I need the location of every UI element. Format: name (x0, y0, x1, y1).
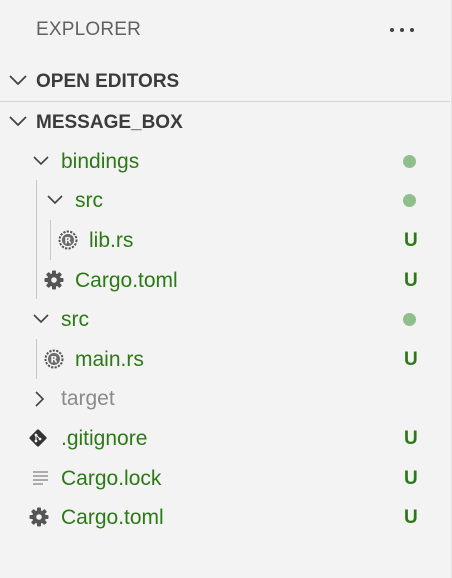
tree-item-label: Cargo.toml (61, 506, 164, 529)
tree-item-cargo-toml[interactable]: Cargo.toml U (0, 260, 452, 300)
explorer-panel: EXPLORER OPEN EDITORS MESSAGE_BOX bindin… (0, 0, 452, 578)
project-label: MESSAGE_BOX (36, 112, 183, 133)
tree-item-label: bindings (61, 150, 140, 173)
project-section[interactable]: MESSAGE_BOX (0, 102, 452, 142)
untracked-badge: U (404, 270, 418, 291)
tree-item-target[interactable]: target (0, 378, 452, 418)
tree-item-label: src (61, 308, 89, 331)
untracked-badge: U (404, 428, 418, 449)
untracked-badge: U (404, 230, 418, 251)
chevron-down-icon (47, 195, 63, 205)
untracked-badge: U (404, 349, 418, 370)
modified-dot (403, 155, 416, 168)
tree-item-src[interactable]: src (0, 299, 452, 339)
tree-item-cargo-lock[interactable]: Cargo.lock U (0, 458, 452, 498)
tree-item-label: Cargo.toml (75, 269, 178, 292)
tree-item-bindings[interactable]: bindings (0, 141, 452, 181)
open-editors-section[interactable]: OPEN EDITORS (0, 61, 452, 101)
modified-dot (403, 194, 416, 207)
tree-item-gitignore[interactable]: .gitignore U (0, 418, 452, 458)
lines-file-icon (33, 471, 48, 485)
tree-item-label: target (61, 387, 115, 410)
open-editors-label: OPEN EDITORS (36, 71, 180, 92)
chevron-down-icon (9, 116, 27, 127)
tree-item-label: Cargo.lock (61, 467, 162, 490)
gear-icon (29, 507, 49, 527)
gear-icon (44, 270, 64, 290)
tree-item-label: main.rs (75, 348, 144, 371)
untracked-badge: U (404, 468, 418, 489)
tree-item-label: .gitignore (61, 427, 148, 450)
chevron-down-icon (33, 314, 49, 324)
explorer-title: EXPLORER (36, 19, 142, 40)
tree-item-lib-rs[interactable]: R lib.rs U (0, 220, 452, 260)
svg-text:R: R (51, 356, 58, 366)
untracked-badge: U (404, 507, 418, 528)
chevron-right-icon (35, 391, 45, 407)
rust-file-icon: R (44, 349, 64, 369)
rust-file-icon: R (58, 230, 78, 250)
more-actions-icon[interactable] (385, 17, 419, 43)
tree-item-label: lib.rs (89, 229, 134, 252)
modified-dot (403, 313, 416, 326)
tree-item-label: src (75, 189, 103, 212)
svg-text:R: R (65, 237, 72, 247)
chevron-down-icon (9, 75, 27, 86)
chevron-down-icon (33, 156, 49, 166)
git-icon (29, 429, 47, 447)
tree-item-cargo-toml[interactable]: Cargo.toml U (0, 497, 452, 537)
tree-item-main-rs[interactable]: R main.rs U (0, 339, 452, 379)
tree-item-src[interactable]: src (0, 180, 452, 220)
explorer-header: EXPLORER (0, 0, 452, 60)
